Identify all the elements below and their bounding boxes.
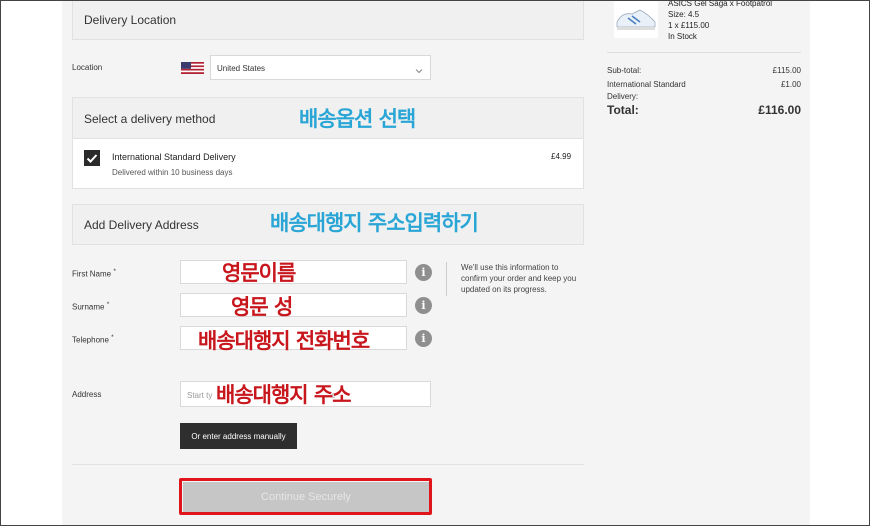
annotation-english-surname: 영문 성	[231, 295, 293, 319]
delivery-location-title: Delivery Location	[84, 13, 177, 27]
divider	[72, 464, 584, 465]
product-size: Size: 4.5	[668, 10, 700, 19]
delivery-option-name: International Standard Delivery	[112, 152, 236, 162]
location-label: Location	[72, 63, 103, 72]
shipping-value: £1.00	[780, 80, 801, 89]
telephone-label: Telephone *	[72, 334, 114, 345]
address-label: Address	[72, 390, 102, 399]
surname-label-text: Surname	[72, 302, 105, 312]
surname-input[interactable]	[180, 293, 407, 317]
surname-label: Surname *	[72, 301, 109, 312]
annotation-forwarder-address: 배송대행지 주소	[216, 383, 352, 407]
required-mark: *	[111, 334, 114, 341]
delivery-location-header: Delivery Location	[72, 0, 584, 40]
telephone-label-text: Telephone	[72, 335, 109, 345]
total-label: Total:	[607, 103, 639, 117]
total-row: Total: £116.00	[607, 103, 801, 117]
total-value: £116.00	[758, 103, 801, 117]
divider	[446, 262, 447, 296]
delivery-method-title: Select a delivery method	[84, 112, 216, 126]
delivery-address-title: Add Delivery Address	[84, 218, 199, 232]
sneaker-icon	[616, 9, 656, 30]
first-name-label: First Name *	[72, 268, 116, 279]
country-value: United States	[217, 64, 266, 73]
required-mark: *	[106, 301, 110, 308]
subtotal-label: Sub-total:	[607, 66, 642, 75]
enter-address-manually-button[interactable]: Or enter address manually	[180, 423, 297, 449]
checkmark-icon	[86, 154, 98, 163]
shipping-label-1: International Standard	[607, 80, 686, 89]
address-placeholder: Start ty	[187, 391, 213, 400]
product-stock: In Stock	[668, 32, 697, 41]
delivery-option-desc: Delivered within 10 business days	[112, 168, 233, 177]
subtotal-row: Sub-total: £115.00	[607, 66, 801, 75]
first-name-label-text: First Name	[72, 269, 112, 279]
chevron-down-icon	[415, 62, 423, 80]
product-qty-price: 1 x £115.00	[668, 21, 710, 30]
subtotal-value: £115.00	[772, 66, 801, 75]
info-icon[interactable]: i	[415, 297, 432, 314]
delivery-option-row[interactable]	[72, 139, 584, 189]
country-select[interactable]: United States	[210, 55, 431, 80]
divider	[607, 52, 801, 53]
product-thumbnail[interactable]	[614, 0, 658, 38]
annotation-forwarder-address-input: 배송대행지 주소입력하기	[270, 211, 479, 235]
shipping-label-2: Delivery:	[607, 92, 639, 101]
annotation-delivery-option: 배송옵션 선택	[299, 107, 416, 131]
delivery-option-price: £4.99	[551, 152, 572, 161]
shipping-row: International Standard Delivery: £1.00	[607, 79, 801, 103]
info-note: We'll use this information to confirm yo…	[461, 263, 577, 294]
annotation-forwarder-phone: 배송대행지 전화번호	[198, 329, 370, 353]
us-flag-icon	[181, 61, 204, 74]
required-mark: *	[113, 268, 116, 275]
product-info: ASICS Gel Saga x Footpatrol Size: 4.5 1 …	[668, 0, 772, 42]
info-icon[interactable]: i	[415, 330, 432, 347]
annotation-english-name: 영문이름	[222, 261, 296, 285]
highlight-outline	[179, 478, 432, 515]
product-name[interactable]: ASICS Gel Saga x Footpatrol	[668, 0, 772, 9]
delivery-option-checkbox[interactable]	[84, 150, 100, 166]
info-icon[interactable]: i	[415, 264, 432, 281]
